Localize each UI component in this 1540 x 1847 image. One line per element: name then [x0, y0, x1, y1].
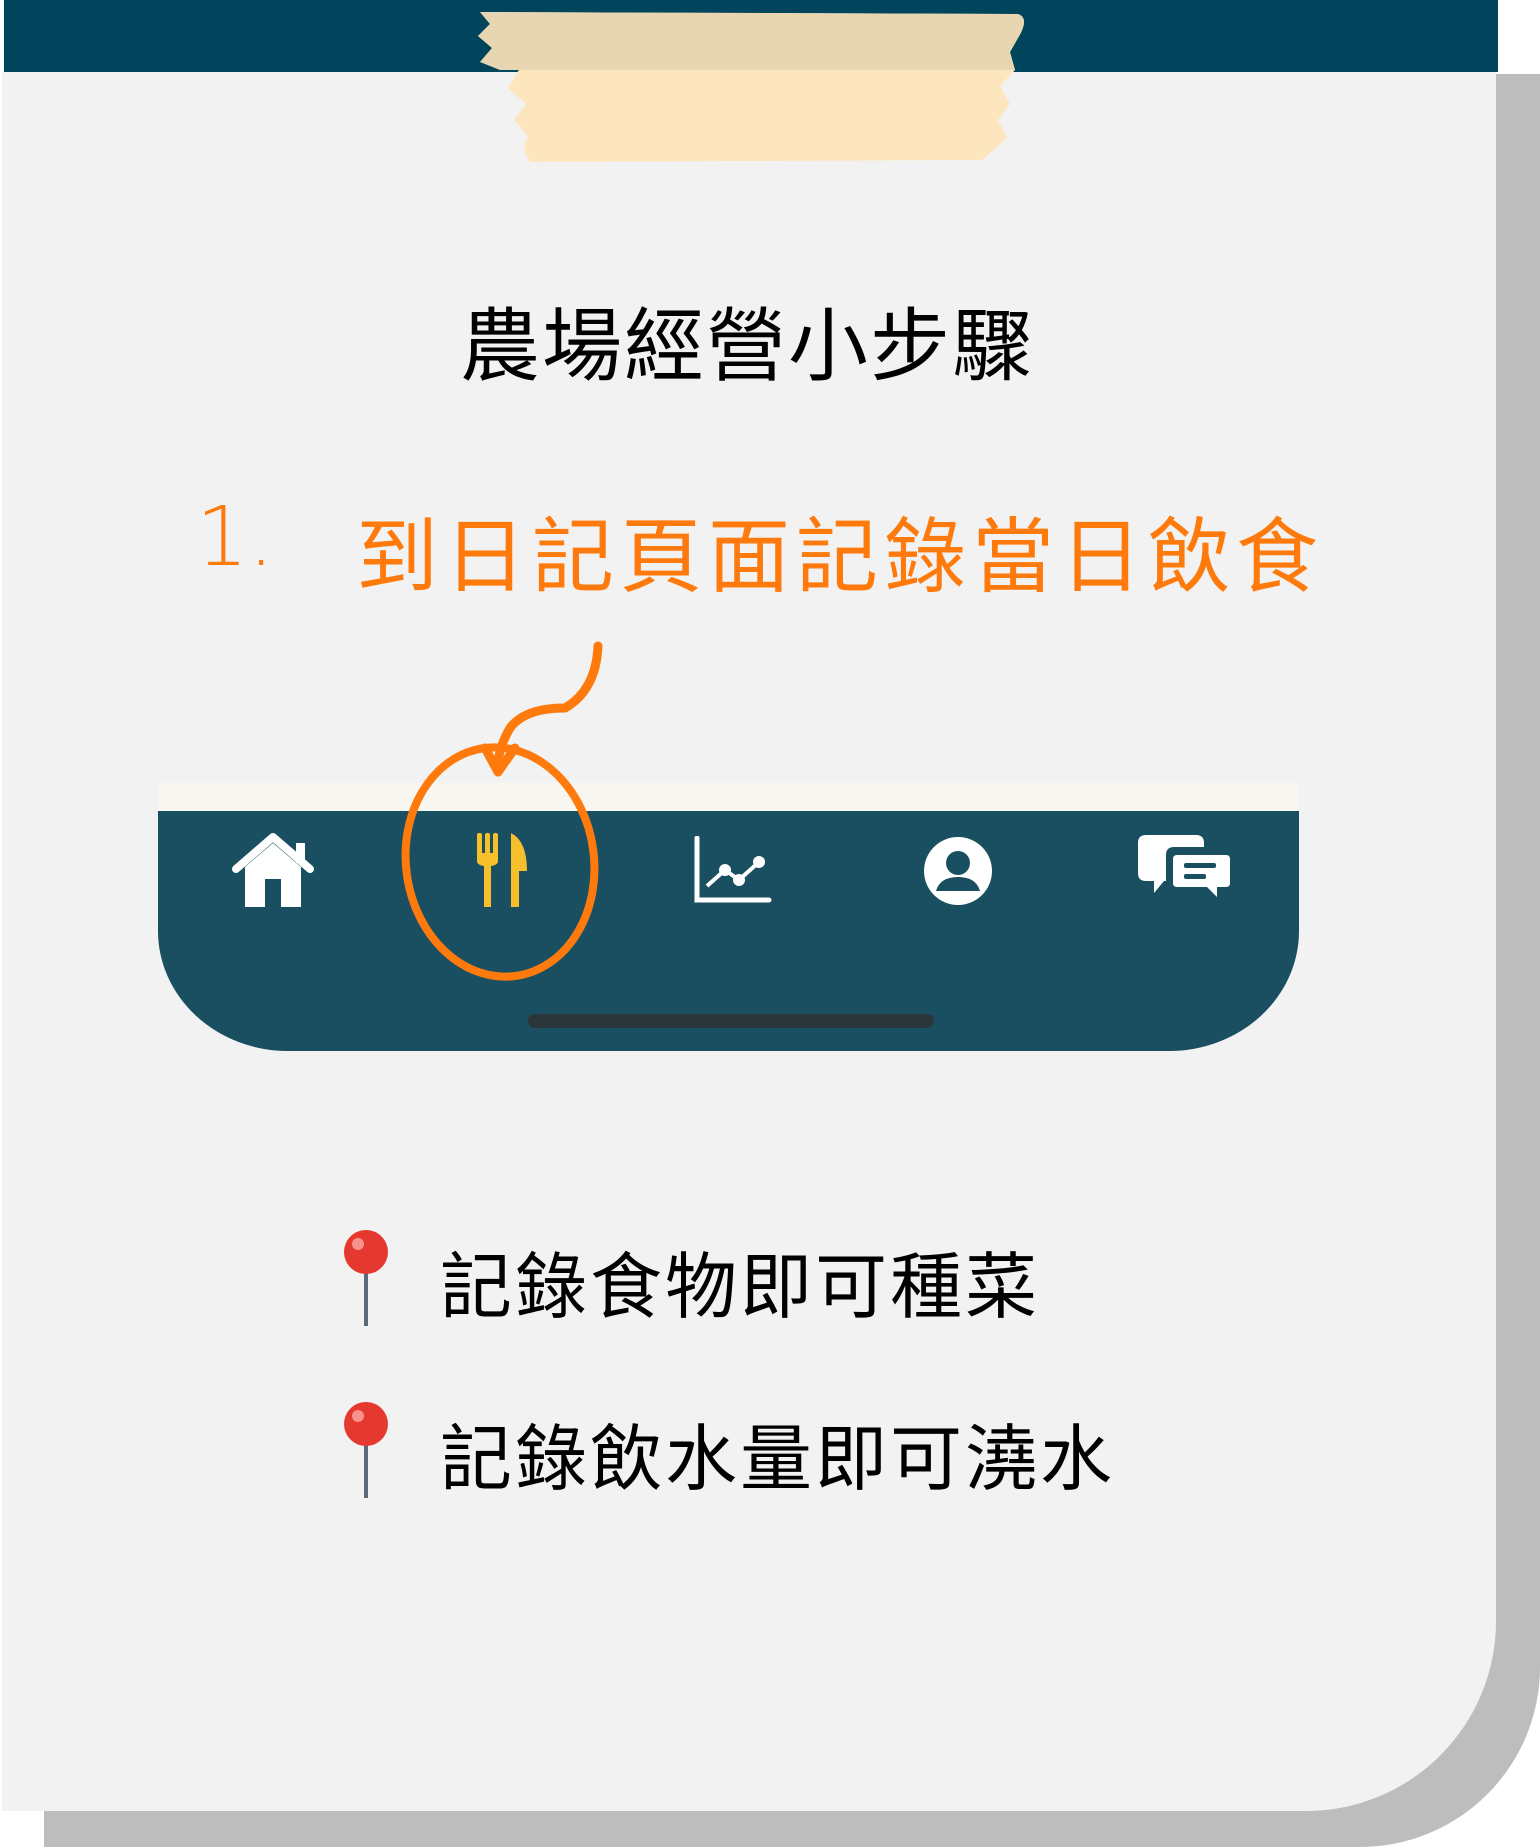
step-number: 1.	[196, 490, 275, 585]
home-icon	[232, 833, 314, 907]
nav-item-profile[interactable]	[888, 811, 1028, 931]
nav-item-chat[interactable]	[1118, 811, 1258, 931]
bullet-text: 記錄飲水量即可澆水	[440, 1417, 1116, 1501]
page-title: 農場經營小步驟	[460, 300, 1034, 393]
tape-decoration	[478, 12, 1024, 162]
fork-knife-icon	[477, 833, 527, 907]
bottom-nav-bar	[158, 811, 1299, 1051]
profile-icon	[924, 837, 992, 905]
nav-item-diary[interactable]	[433, 811, 573, 931]
nav-item-stats[interactable]	[663, 811, 803, 931]
pushpin-icon	[344, 1230, 388, 1326]
chat-icon	[1138, 835, 1236, 907]
pushpin-icon	[344, 1402, 388, 1498]
step-text: 到日記頁面記錄當日飲食	[356, 510, 1325, 605]
chart-icon	[694, 836, 772, 903]
nav-item-home[interactable]	[203, 811, 343, 931]
nav-top-strip	[158, 783, 1299, 811]
home-indicator	[528, 1014, 934, 1028]
bullet-text: 記錄食物即可種菜	[440, 1245, 1041, 1329]
step-heading: 1. 到日記頁面記錄當日飲食	[196, 490, 1496, 605]
